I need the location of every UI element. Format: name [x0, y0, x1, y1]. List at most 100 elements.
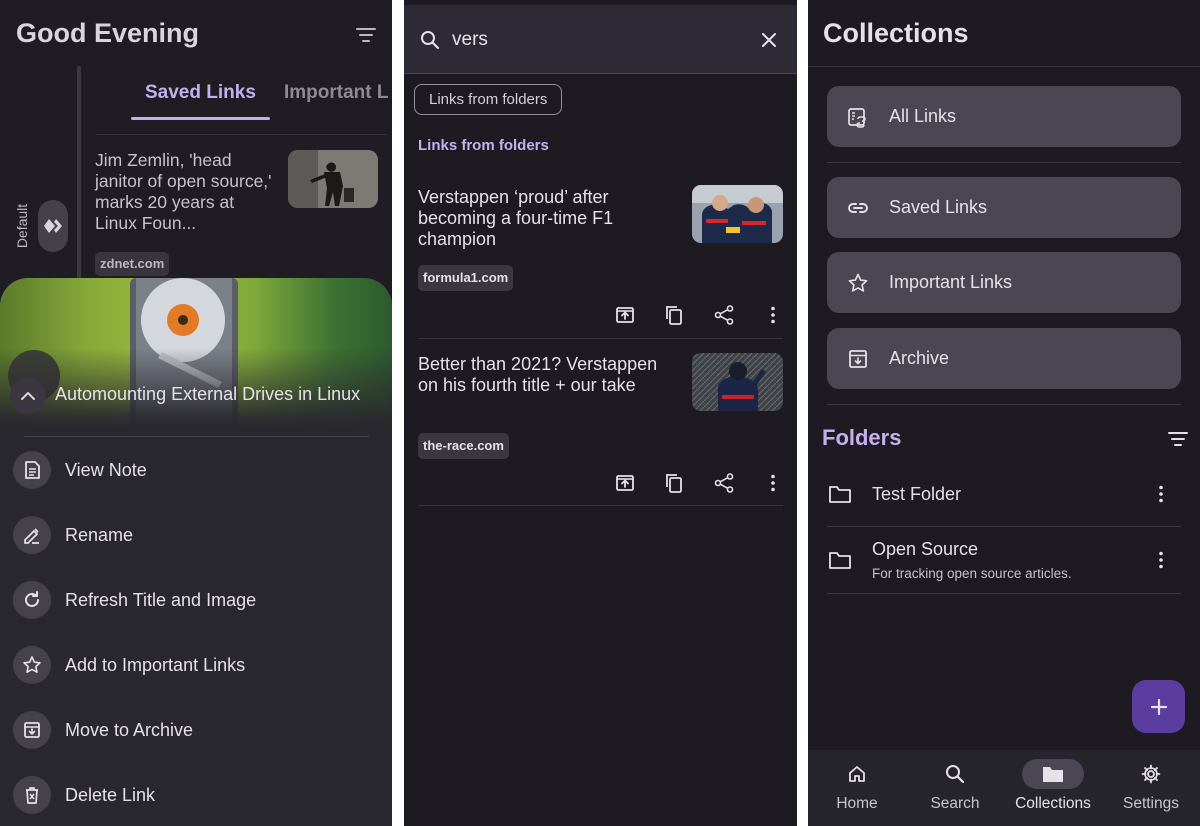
folder-icon: [1022, 759, 1084, 789]
menu-delete-link-label: Delete Link: [65, 784, 156, 805]
folder-name: Test Folder: [872, 483, 962, 504]
greeting-title: Good Evening: [16, 18, 200, 48]
plus-icon: [1150, 698, 1167, 715]
result-title[interactable]: Verstappen ‘proud’ after becoming a four…: [418, 187, 658, 250]
nav-search-label: Search: [930, 795, 980, 812]
folder-divider: [827, 526, 1181, 527]
result-thumbnail[interactable]: [692, 353, 783, 411]
collection-archive-label: Archive: [889, 348, 950, 368]
folder-item[interactable]: Open Source For tracking open source art…: [828, 537, 1184, 583]
collection-archive[interactable]: Archive: [827, 328, 1181, 389]
result-domain: the-race.com: [418, 433, 509, 459]
home-icon: [826, 759, 888, 789]
all-links-icon: [847, 106, 869, 128]
more-vert-icon[interactable]: [762, 472, 784, 494]
result-domain: formula1.com: [418, 265, 514, 291]
collection-saved-links-label: Saved Links: [889, 197, 988, 217]
note-icon: [13, 451, 51, 489]
collection-divider: [827, 162, 1181, 163]
result-actions: [614, 470, 784, 496]
archive-icon: [13, 711, 51, 749]
nav-home-label: Home: [836, 795, 878, 812]
nav-collections[interactable]: Collections: [1004, 750, 1102, 826]
archive-icon: [847, 348, 869, 370]
collection-important-links[interactable]: Important Links: [827, 252, 1181, 313]
search-bar: [404, 5, 797, 74]
refresh-icon: [13, 581, 51, 619]
sort-icon[interactable]: [1168, 431, 1188, 447]
search-icon: [420, 30, 440, 50]
link-options-sheet: Automounting External Drives in Linux Vi…: [0, 278, 392, 826]
nav-home[interactable]: Home: [808, 750, 906, 826]
tab-important-links[interactable]: Important L: [284, 82, 389, 104]
gear-icon: [1120, 759, 1182, 789]
close-icon[interactable]: [759, 30, 779, 50]
folder-divider: [827, 593, 1181, 594]
search-screen: Links from folders Links from folders Ve…: [404, 0, 797, 826]
default-collection-label[interactable]: Default: [12, 198, 32, 254]
menu-view-note[interactable]: View Note: [13, 450, 383, 490]
result-thumbnail[interactable]: [692, 185, 783, 243]
more-vert-icon[interactable]: [1150, 483, 1172, 505]
collection-saved-links[interactable]: Saved Links: [827, 177, 1181, 238]
copy-icon[interactable]: [663, 304, 685, 326]
result-divider: [418, 338, 783, 339]
open-link-icon[interactable]: [614, 472, 636, 494]
chevron-up-icon: [21, 392, 35, 400]
open-link-icon[interactable]: [614, 304, 636, 326]
menu-add-important[interactable]: Add to Important Links: [13, 645, 383, 685]
result-title[interactable]: Better than 2021? Verstappen on his four…: [418, 354, 658, 396]
edit-icon: [13, 516, 51, 554]
collections-screen: Collections All Links Saved Links Import…: [808, 0, 1200, 826]
bottom-navigation: Home Search Collections Settings: [808, 750, 1200, 826]
more-vert-icon[interactable]: [1150, 549, 1172, 571]
menu-rename-label: Rename: [65, 524, 134, 545]
folders-heading: Folders: [822, 425, 902, 450]
folder-item[interactable]: Test Folder: [828, 472, 1184, 516]
link-icon: [847, 197, 869, 219]
menu-delete-link[interactable]: Delete Link: [13, 775, 383, 815]
share-icon[interactable]: [713, 472, 735, 494]
folder-icon: [828, 483, 852, 505]
star-icon: [847, 272, 869, 294]
diamond-icon: [44, 219, 62, 233]
page-title: Collections: [823, 18, 969, 48]
search-input[interactable]: [452, 25, 742, 55]
result-divider: [418, 505, 783, 506]
folder-icon: [828, 549, 852, 571]
header-divider: [808, 66, 1200, 67]
menu-add-important-label: Add to Important Links: [65, 654, 246, 675]
search-icon: [924, 759, 986, 789]
sort-icon[interactable]: [356, 27, 376, 43]
menu-move-archive-label: Move to Archive: [65, 719, 194, 740]
menu-refresh[interactable]: Refresh Title and Image: [13, 580, 383, 620]
results-section-title: Links from folders: [418, 137, 549, 154]
tab-indicator: [131, 117, 270, 120]
menu-refresh-label: Refresh Title and Image: [65, 589, 257, 610]
menu-rename[interactable]: Rename: [13, 515, 383, 555]
nav-settings[interactable]: Settings: [1102, 750, 1200, 826]
share-icon[interactable]: [713, 304, 735, 326]
tab-saved-links[interactable]: Saved Links: [145, 82, 256, 104]
collection-all-links[interactable]: All Links: [827, 86, 1181, 147]
copy-icon[interactable]: [663, 472, 685, 494]
tab-divider: [96, 134, 386, 135]
nav-search[interactable]: Search: [906, 750, 1004, 826]
delete-icon: [13, 776, 51, 814]
nav-settings-label: Settings: [1122, 795, 1179, 812]
menu-view-note-label: View Note: [65, 459, 147, 480]
more-vert-icon[interactable]: [762, 304, 784, 326]
filter-chip-folders[interactable]: Links from folders: [414, 84, 563, 115]
menu-move-archive[interactable]: Move to Archive: [13, 710, 383, 750]
folder-description: For tracking open source articles.: [872, 566, 1072, 581]
star-icon: [13, 646, 51, 684]
collection-divider: [827, 404, 1181, 405]
link-card-title[interactable]: Jim Zemlin, 'head janitor of open source…: [95, 150, 275, 234]
sheet-divider: [24, 436, 369, 437]
add-collection-button[interactable]: [1132, 680, 1185, 733]
result-actions: [614, 302, 784, 328]
link-card-thumbnail[interactable]: [288, 150, 378, 208]
collapse-sheet-button[interactable]: [10, 378, 46, 414]
collection-switch-button[interactable]: [38, 200, 68, 252]
home-screen: Good Evening Default Saved Links Importa…: [0, 0, 392, 826]
